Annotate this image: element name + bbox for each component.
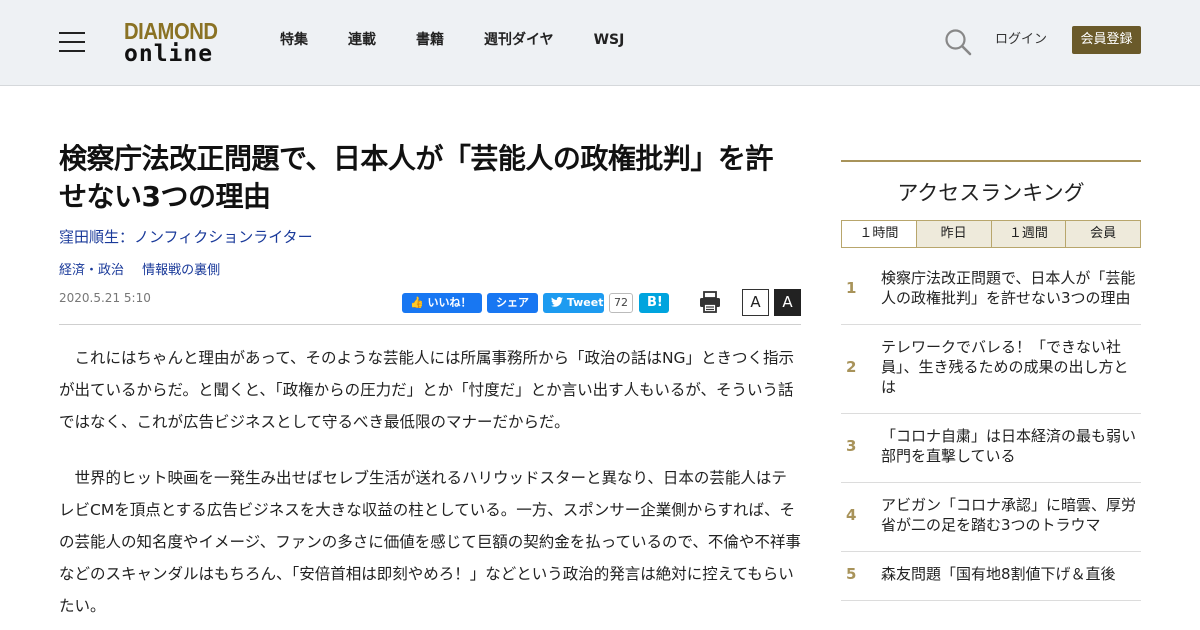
access-ranking: アクセスランキング １時間 昨日 １週間 会員 1 検察庁法改正問題で、日本人が… bbox=[841, 160, 1141, 601]
rank-number: 2 bbox=[846, 358, 857, 376]
logo-top-text: DIAMOND bbox=[124, 18, 218, 44]
share-bar: 👍 いいね！ シェア Tweet 72 B! bbox=[402, 293, 674, 313]
ranking-item[interactable]: 1 検察庁法改正問題で、日本人が「芸能人の政権批判」を許せない3つの理由 bbox=[841, 256, 1141, 325]
ranking-item[interactable]: 4 アビガン「コロナ承認」に暗雲、厚労省が二の足を踏む3つのトラウマ bbox=[841, 483, 1141, 552]
nav-item-books[interactable]: 書籍 bbox=[416, 30, 444, 50]
site-logo[interactable]: DIAMOND online bbox=[124, 20, 226, 66]
article-paragraph: これにはちゃんと理由があって、そのような芸能人には所属事務所から「政治の話はNG… bbox=[59, 349, 795, 431]
nav-item-features[interactable]: 特集 bbox=[280, 30, 308, 50]
thumbs-up-icon: 👍 bbox=[410, 296, 424, 309]
article-paragraph: 世界的ヒット映画を一発生み出せばセレブ生活が送れるハリウッドスターと異なり、日本… bbox=[59, 469, 801, 615]
font-size-small-button[interactable]: A bbox=[742, 289, 769, 316]
tab-members[interactable]: 会員 bbox=[1065, 221, 1140, 247]
rank-title: テレワークでバレる！「できない社員」、生き残るための成果の出し方とは bbox=[881, 338, 1129, 396]
logo-bottom-text: online bbox=[124, 41, 214, 67]
article-title: 検察庁法改正問題で、日本人が「芸能人の政権批判」を許せない3つの理由 bbox=[59, 142, 773, 213]
like-label: いいね！ bbox=[427, 296, 472, 309]
main-nav: 特集 連載 書籍 週刊ダイヤ WSJ bbox=[280, 30, 664, 50]
ranking-item[interactable]: 3 「コロナ自粛」は日本経済の最も弱い部門を直撃している bbox=[841, 414, 1141, 483]
ranking-item[interactable]: 5 森友問題「国有地8割値下げ＆直後 bbox=[841, 552, 1141, 601]
rank-title: 「コロナ自粛」は日本経済の最も弱い部門を直撃している bbox=[881, 427, 1137, 465]
menu-icon[interactable] bbox=[59, 32, 85, 52]
ranking-list: 1 検察庁法改正問題で、日本人が「芸能人の政権批判」を許せない3つの理由 2 テ… bbox=[841, 256, 1141, 601]
tab-1-week[interactable]: １週間 bbox=[990, 221, 1066, 247]
rank-title: アビガン「コロナ承認」に暗雲、厚労省が二の足を踏む3つのトラウマ bbox=[881, 496, 1137, 534]
rank-number: 4 bbox=[846, 506, 857, 524]
tab-1-hour[interactable]: １時間 bbox=[842, 221, 916, 247]
search-icon[interactable] bbox=[944, 28, 972, 56]
site-header: DIAMOND online 特集 連載 書籍 週刊ダイヤ WSJ ログイン 会… bbox=[0, 0, 1200, 86]
rank-title: 検察庁法改正問題で、日本人が「芸能人の政権批判」を許せない3つの理由 bbox=[881, 269, 1136, 307]
tweet-count: 72 bbox=[609, 293, 633, 313]
rank-number: 3 bbox=[846, 437, 857, 455]
tab-yesterday[interactable]: 昨日 bbox=[915, 221, 991, 247]
article-body: これにはちゃんと理由があって、そのような芸能人には所属事務所から「政治の話はNG… bbox=[59, 342, 801, 630]
ranking-top-border bbox=[841, 160, 1141, 162]
rank-number: 5 bbox=[846, 565, 857, 583]
ranking-tabs: １時間 昨日 １週間 会員 bbox=[841, 220, 1141, 248]
tweet-label: Tweet bbox=[566, 296, 604, 309]
publish-date: 2020.5.21 5:10 bbox=[59, 291, 151, 305]
nav-item-wsj[interactable]: WSJ bbox=[594, 30, 625, 50]
nav-item-weekly[interactable]: 週刊ダイヤ bbox=[484, 30, 554, 50]
login-link[interactable]: ログイン bbox=[995, 31, 1047, 49]
author-link[interactable]: 窪田順生：ノンフィクションライター bbox=[59, 227, 313, 247]
ranking-title: アクセスランキング bbox=[897, 181, 1085, 205]
font-size-large-button[interactable]: A bbox=[774, 289, 801, 316]
nav-item-series[interactable]: 連載 bbox=[348, 30, 376, 50]
facebook-like-button[interactable]: 👍 いいね！ bbox=[402, 293, 482, 313]
print-icon[interactable] bbox=[698, 290, 722, 314]
rank-title: 森友問題「国有地8割値下げ＆直後 bbox=[881, 565, 1116, 583]
category-link-economy[interactable]: 経済・政治 bbox=[59, 263, 124, 278]
ranking-item[interactable]: 2 テレワークでバレる！「できない社員」、生き残るための成果の出し方とは bbox=[841, 325, 1141, 414]
category-list: 経済・政治 情報戦の裏側 bbox=[59, 262, 234, 280]
category-link-infowar[interactable]: 情報戦の裏側 bbox=[142, 263, 220, 278]
register-button[interactable]: 会員登録 bbox=[1072, 26, 1141, 54]
rank-number: 1 bbox=[846, 279, 857, 297]
twitter-bird-icon bbox=[551, 297, 563, 307]
hatena-bookmark-button[interactable]: B! bbox=[639, 293, 669, 313]
divider bbox=[59, 324, 801, 325]
tweet-button[interactable]: Tweet bbox=[543, 293, 604, 313]
facebook-share-button[interactable]: シェア bbox=[487, 293, 538, 313]
